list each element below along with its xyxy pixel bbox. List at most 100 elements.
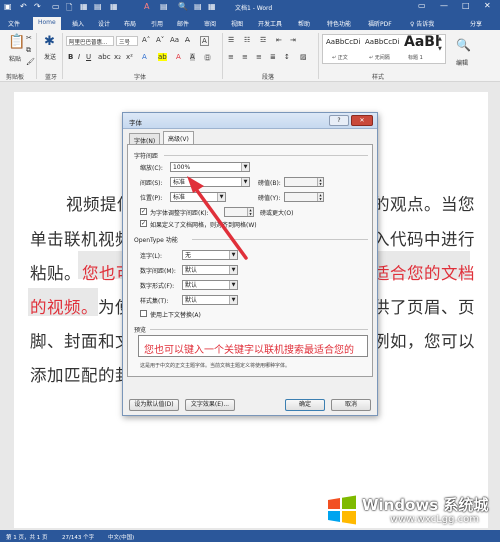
stylistic-set-select[interactable]: 默认 ▼ [182,295,238,305]
cancel-button[interactable]: 取消 [331,399,371,411]
text-effects-button[interactable]: 文字效果(E)... [185,399,235,411]
paste-label[interactable]: 粘贴 [9,54,21,63]
position-label: 位置(P): [140,195,163,202]
tab-home[interactable]: Home [33,17,61,30]
doc-line-red: 适合您的文档 [373,264,475,283]
qat-icon[interactable]: ▦ [80,2,88,11]
qat-icon[interactable]: ▦ [110,2,118,11]
undo-icon[interactable]: ↶ [20,2,27,11]
scale-select[interactable]: 100% ▼ [170,162,250,172]
tab-view[interactable]: 视图 [231,19,243,28]
grow-font-icon[interactable]: A˄ [142,36,150,44]
styles-scroll-up-icon[interactable]: ▲ [438,36,442,42]
line-spacing-icon[interactable]: ↕ [284,53,290,61]
styles-scroll-down-icon[interactable]: ▼ [438,46,442,52]
language[interactable]: 中文(中国) [108,533,134,541]
increase-indent-icon[interactable]: ⇥ [290,36,296,44]
tab-insert[interactable]: 插入 [72,19,84,28]
cut-icon[interactable]: ✂ [26,34,32,42]
position-by-input[interactable]: ▲ ▼ [284,192,324,202]
numbering-icon[interactable]: ☷ [244,36,250,44]
font-color-icon[interactable]: A [144,2,149,11]
spacing-by-input[interactable]: ▲ ▼ [284,177,324,187]
qat-icon[interactable]: ▤ [94,2,102,11]
position-select[interactable]: 标准 ▼ [170,192,226,202]
tab-developer[interactable]: 开发工具 [258,19,282,28]
italic-icon[interactable]: I [78,53,80,61]
tab-font[interactable]: 字体(N) [129,133,161,145]
page-count[interactable]: 第 1 页，共 1 页 [6,533,48,541]
multilevel-icon[interactable]: ☲ [260,36,266,44]
group-styles: 样式 [372,74,385,81]
qat-icon[interactable]: ▤ [160,2,168,11]
bullets-icon[interactable]: ☰ [228,36,234,44]
justify-icon[interactable]: ≣ [270,53,276,61]
tab-help[interactable]: 帮助 [298,19,310,28]
shading-icon[interactable]: ▨ [300,53,307,61]
divider [222,33,223,79]
ok-button[interactable]: 确定 [285,399,325,411]
char-border-icon[interactable]: A [200,36,209,46]
align-center-icon[interactable]: ≡ [242,53,248,61]
share-button[interactable]: 分享 [470,19,482,28]
set-default-button[interactable]: 设为默认值(D) [129,399,179,411]
kerning-input[interactable]: ▲ ▼ [224,207,254,217]
tab-foxit-pdf[interactable]: 福昕PDF [368,19,392,28]
find-replace-icon[interactable]: 🔍 [456,38,471,52]
clear-format-icon[interactable]: A̶ [185,36,190,44]
align-right-icon[interactable]: ≡ [256,53,262,61]
find-icon[interactable]: 🔍 [178,2,188,11]
decrease-indent-icon[interactable]: ⇤ [276,36,282,44]
superscript-icon[interactable]: x² [126,53,133,61]
paste-icon[interactable]: 📋 [8,34,25,50]
snap-grid-checkbox[interactable]: ✓ [140,220,147,227]
bold-icon[interactable]: B [68,53,73,61]
qat-icon[interactable]: ▦ [208,2,216,11]
bluetooth-send-label[interactable]: 发送 [44,52,56,61]
num-forms-select[interactable]: 默认 ▼ [182,280,238,290]
close-icon[interactable]: ✕ [484,1,491,10]
word-count[interactable]: 27/143 个字 [62,533,94,541]
bluetooth-icon[interactable]: ✱ [44,34,55,49]
new-doc-icon[interactable]: 🗋 [66,2,72,16]
qat-icon[interactable]: ▤ [194,2,202,11]
edit-label[interactable]: 编辑 [456,58,468,67]
char-shading-icon[interactable]: A [190,53,195,61]
minimize-icon[interactable]: — [440,1,448,10]
tab-review[interactable]: 审阅 [204,19,216,28]
copy-icon[interactable]: ⧉ [26,46,31,55]
format-painter-icon[interactable]: 🖌 [26,58,35,66]
change-case-icon[interactable]: Aa [170,36,179,44]
font-color-icon[interactable]: A [176,53,181,61]
spacing-select[interactable]: 标准 ▼ [170,177,250,187]
tab-references[interactable]: 引用 [151,19,163,28]
font-size-combo[interactable]: 三号 [116,36,138,46]
ligatures-select[interactable]: 无 ▼ [182,250,238,260]
dialog-close-button[interactable]: ✕ [351,115,373,126]
tab-design[interactable]: 设计 [98,19,110,28]
shrink-font-icon[interactable]: A˅ [156,36,164,44]
strikethrough-icon[interactable]: abc [98,53,111,61]
tell-me-search[interactable]: ♀ 告诉我 [410,19,434,28]
tab-special[interactable]: 特色功能 [327,19,351,28]
subscript-icon[interactable]: x₂ [114,53,121,61]
qat-icon[interactable]: ▭ [52,2,60,11]
text-effect-icon[interactable]: A [142,53,147,61]
watermark-title: Windows 系统城 [362,496,489,514]
tab-advanced[interactable]: 高级(V) [163,131,194,145]
tab-layout[interactable]: 布局 [124,19,136,28]
underline-icon[interactable]: U [86,53,91,61]
help-button[interactable]: ? [329,115,349,126]
num-spacing-select[interactable]: 默认 ▼ [182,265,238,275]
tab-file[interactable]: 文件 [8,19,20,28]
maximize-icon[interactable]: □ [462,1,470,10]
tab-mailings[interactable]: 邮件 [177,19,189,28]
redo-icon[interactable]: ↷ [34,2,41,11]
contextual-checkbox[interactable] [140,310,147,317]
font-name-combo[interactable]: 阿里巴巴普惠... [66,36,114,46]
highlight-icon[interactable]: ab [158,53,167,61]
ribbon-display-icon[interactable]: ▭ [418,1,426,10]
kerning-checkbox[interactable]: ✓ [140,208,147,215]
align-left-icon[interactable]: ≡ [228,53,234,61]
enclosed-char-icon[interactable]: ㊐ [204,53,211,63]
